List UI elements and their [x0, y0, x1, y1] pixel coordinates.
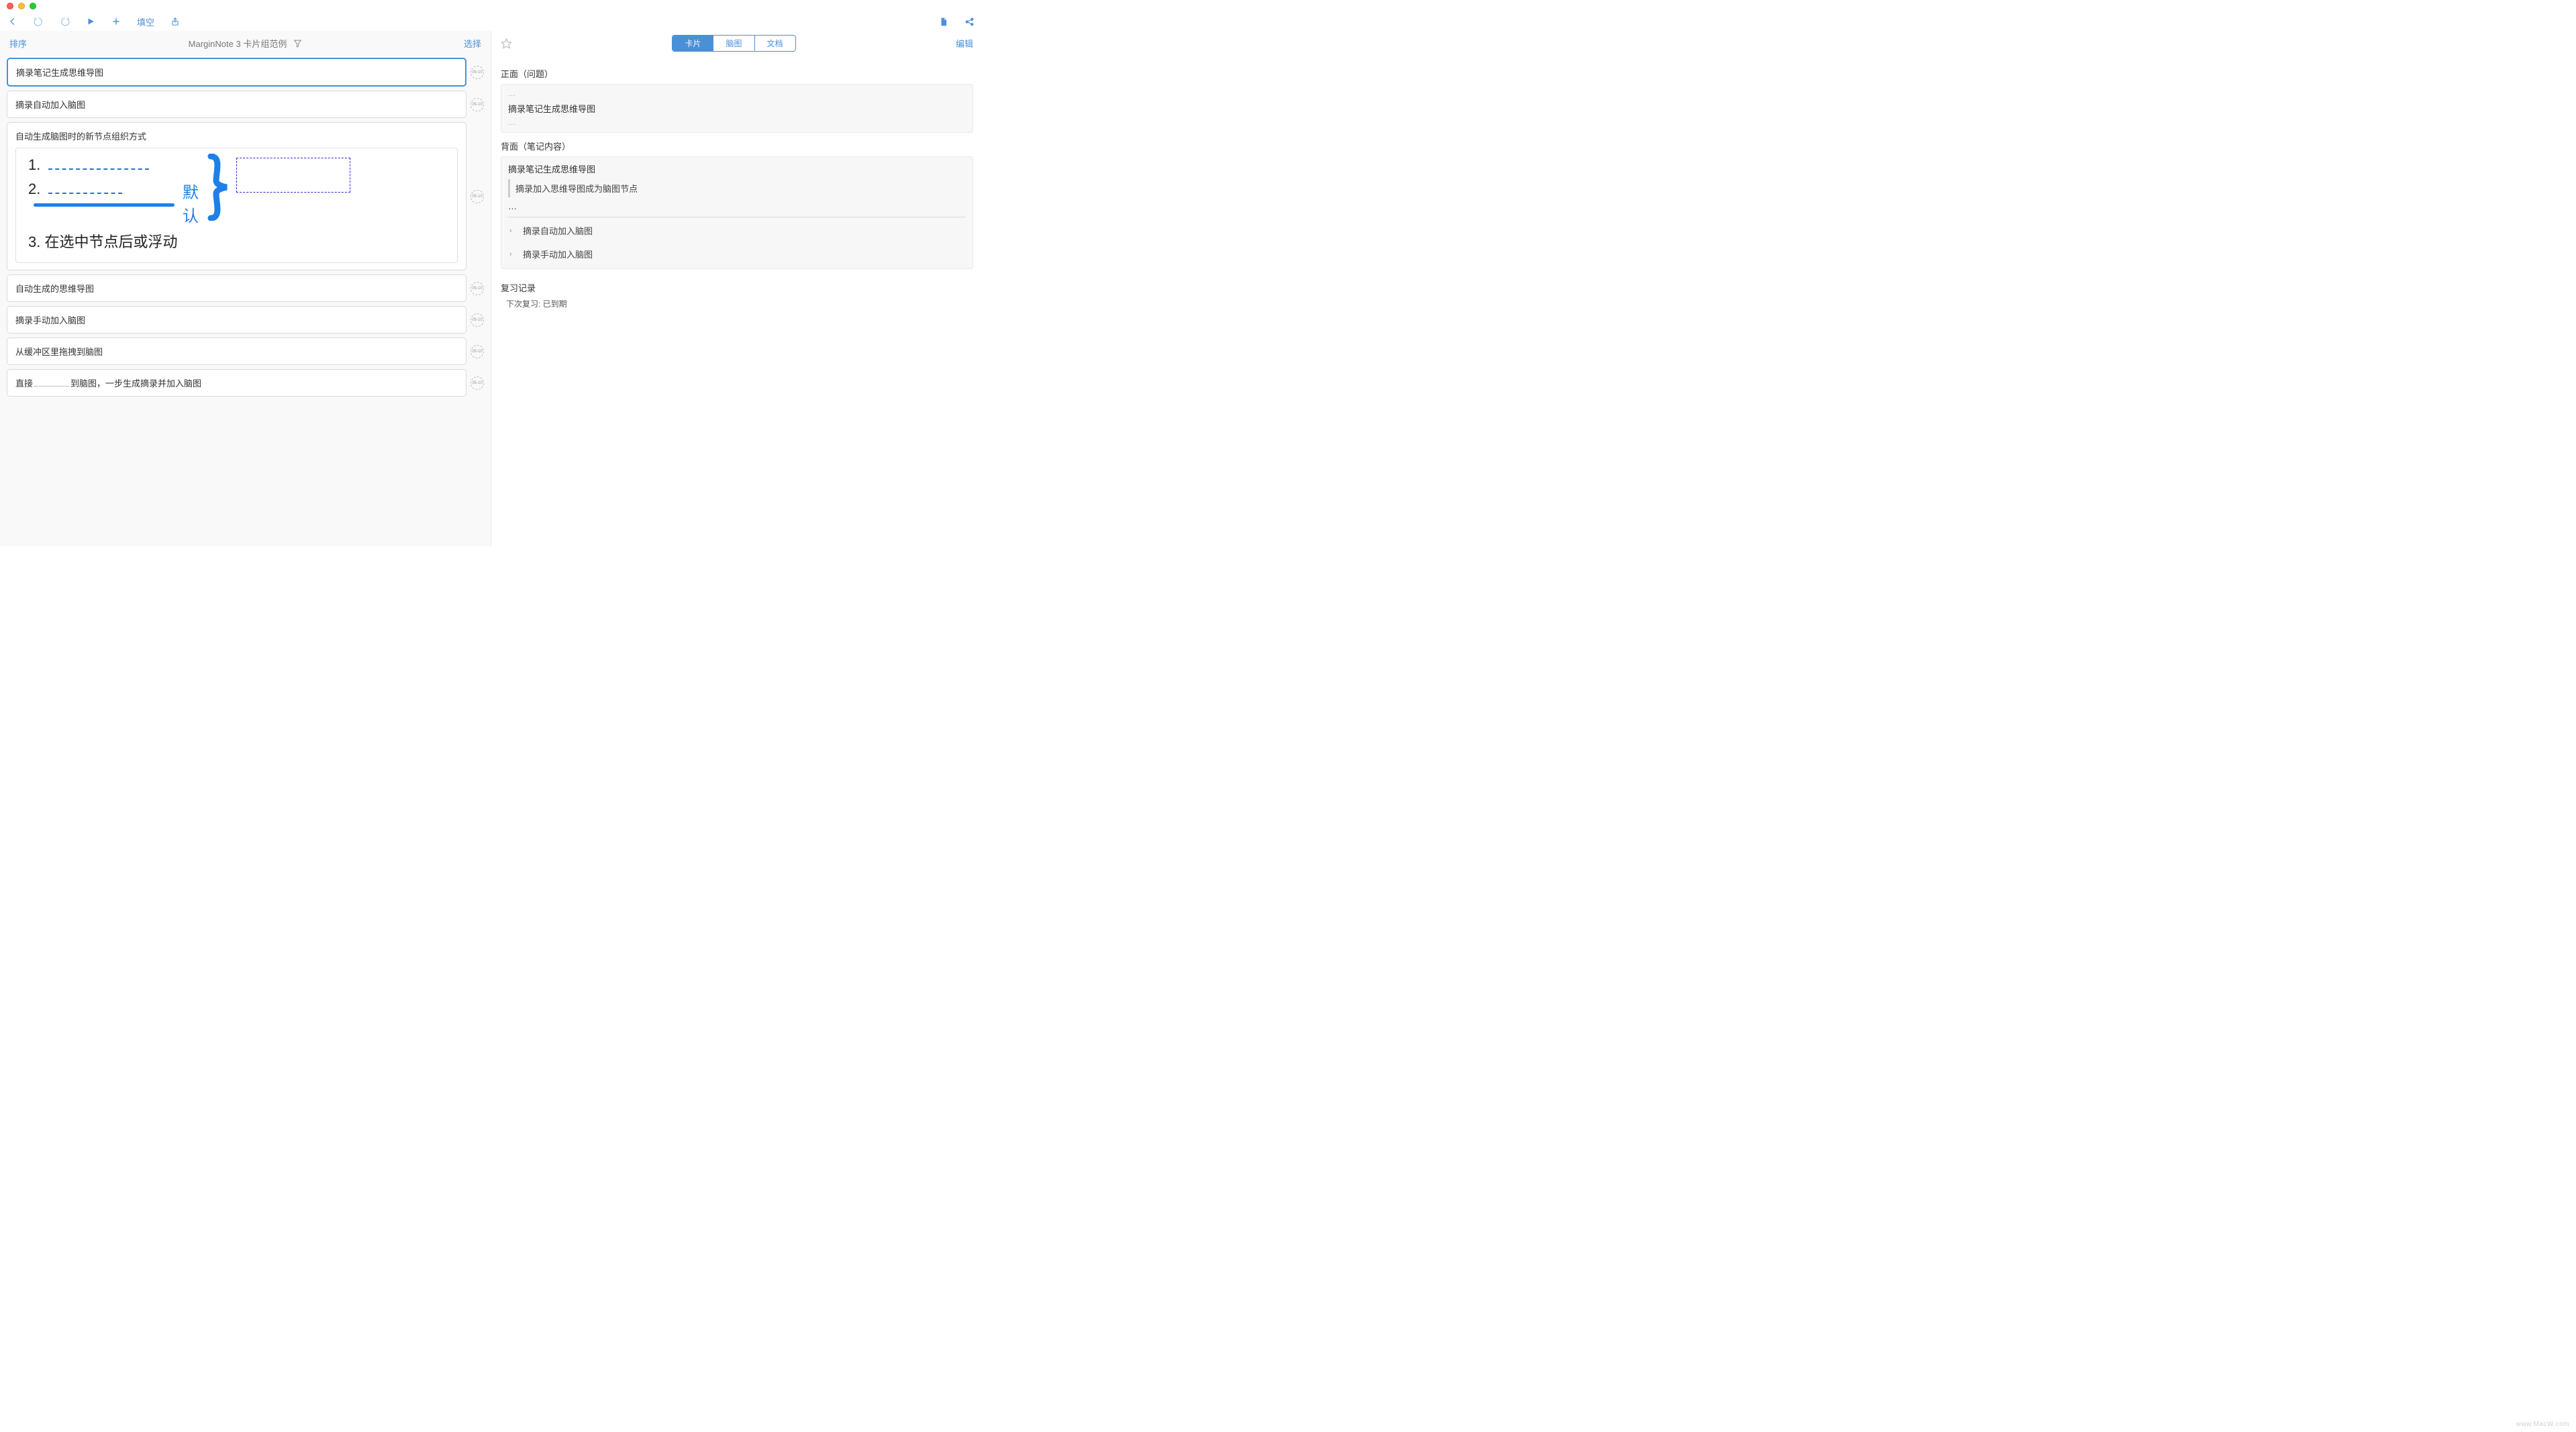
- watermark: www.MacW.com: [2516, 1421, 2569, 1428]
- select-button[interactable]: 选择: [464, 37, 481, 50]
- card-item-0[interactable]: 摘录笔记生成思维导图: [7, 58, 466, 87]
- card-item-3[interactable]: 自动生成的思维导图: [7, 274, 466, 302]
- share-nodes-icon[interactable]: [964, 17, 975, 27]
- play-icon[interactable]: [86, 17, 95, 26]
- review-section-label: 复习记录: [501, 281, 973, 294]
- edit-button[interactable]: 编辑: [956, 37, 973, 50]
- blank-slot-icon: [48, 183, 122, 194]
- card-item-1[interactable]: 摘录自动加入脑图: [7, 91, 466, 118]
- traffic-close-icon[interactable]: [7, 3, 13, 9]
- add-icon[interactable]: [111, 17, 121, 26]
- back-icon[interactable]: [8, 17, 17, 26]
- date-badge: 05-10: [470, 98, 484, 111]
- chevron-right-icon: ›: [509, 250, 517, 258]
- share-icon[interactable]: [170, 17, 180, 26]
- date-badge: 05-10: [470, 66, 484, 79]
- link-row-1[interactable]: › 摘录自动加入脑图: [508, 217, 966, 240]
- underline-highlight: [34, 203, 175, 207]
- card-item-4[interactable]: 摘录手动加入脑图: [7, 306, 466, 334]
- ellipsis-icon: …: [508, 90, 966, 98]
- fillblank-button[interactable]: 填空: [137, 15, 154, 28]
- detail-header: 卡片 脑图 文档 编辑: [491, 31, 983, 55]
- list-subheader: 排序 MarginNote 3 卡片组范例 选择: [0, 31, 491, 55]
- card-diagram: 1. 2. 默认: [15, 148, 458, 263]
- front-field[interactable]: … 摘录笔记生成思维导图 …: [501, 84, 973, 133]
- document-icon[interactable]: [939, 17, 948, 27]
- date-badge: 05-10: [470, 376, 484, 390]
- redo-icon[interactable]: [60, 17, 70, 27]
- undo-icon[interactable]: [34, 17, 44, 27]
- tab-card[interactable]: 卡片: [673, 36, 713, 51]
- tab-document[interactable]: 文档: [755, 36, 795, 51]
- traffic-minimize-icon[interactable]: [18, 3, 25, 9]
- ellipsis-icon: …: [508, 201, 966, 211]
- review-text: 下次复习: 已到期: [501, 298, 973, 309]
- blank-slot-icon: [48, 159, 149, 170]
- toolbar: 填空: [0, 12, 983, 31]
- deck-title: MarginNote 3 卡片组范例: [189, 37, 287, 50]
- date-badge: 05-10: [470, 190, 484, 203]
- segmented-control: 卡片 脑图 文档: [672, 35, 795, 52]
- back-quote: 摘录加入思维导图成为脑图节点: [508, 179, 966, 197]
- window-titlebar: [0, 0, 983, 12]
- filter-icon[interactable]: [293, 39, 302, 48]
- date-badge: 05-10: [470, 313, 484, 327]
- card-item-5[interactable]: 从缓冲区里拖拽到脑图: [7, 338, 466, 365]
- front-section-label: 正面（问题）: [501, 67, 973, 80]
- link-text: 摘录自动加入脑图: [523, 224, 593, 237]
- ellipsis-icon: …: [508, 119, 966, 127]
- card-item-6[interactable]: 直接到脑图，一步生成摘录并加入脑图: [7, 369, 466, 397]
- date-badge: 05-10: [470, 282, 484, 295]
- front-text: 摘录笔记生成思维导图: [508, 102, 966, 115]
- dashed-target-box: [236, 158, 350, 193]
- back-field[interactable]: 摘录笔记生成思维导图 摘录加入思维导图成为脑图节点 … › 摘录自动加入脑图 ›…: [501, 156, 973, 269]
- back-section-label: 背面（笔记内容）: [501, 140, 973, 152]
- link-text: 摘录手动加入脑图: [523, 248, 593, 260]
- blank-slot-icon: [34, 378, 69, 387]
- star-icon[interactable]: [501, 38, 512, 49]
- traffic-zoom-icon[interactable]: [30, 3, 36, 9]
- card-list-pane: 排序 MarginNote 3 卡片组范例 选择 摘录笔记生成思维导图 05-1…: [0, 31, 491, 546]
- detail-pane: 卡片 脑图 文档 编辑 正面（问题） … 摘录笔记生成思维导图 … 背面（笔记内…: [491, 31, 983, 546]
- link-row-2[interactable]: › 摘录手动加入脑图: [508, 245, 966, 263]
- diagram-item-3: 3. 在选中节点后或浮动: [28, 230, 445, 252]
- back-title: 摘录笔记生成思维导图: [508, 162, 966, 175]
- chevron-right-icon: ›: [509, 227, 517, 235]
- curly-brace-icon: [207, 154, 230, 221]
- sort-button[interactable]: 排序: [9, 37, 27, 50]
- tab-mindmap[interactable]: 脑图: [713, 36, 754, 51]
- card-item-2[interactable]: 自动生成脑图时的新节点组织方式 1. 2. 默认: [7, 122, 466, 270]
- default-label: 默认: [183, 179, 203, 226]
- date-badge: 05-10: [470, 345, 484, 358]
